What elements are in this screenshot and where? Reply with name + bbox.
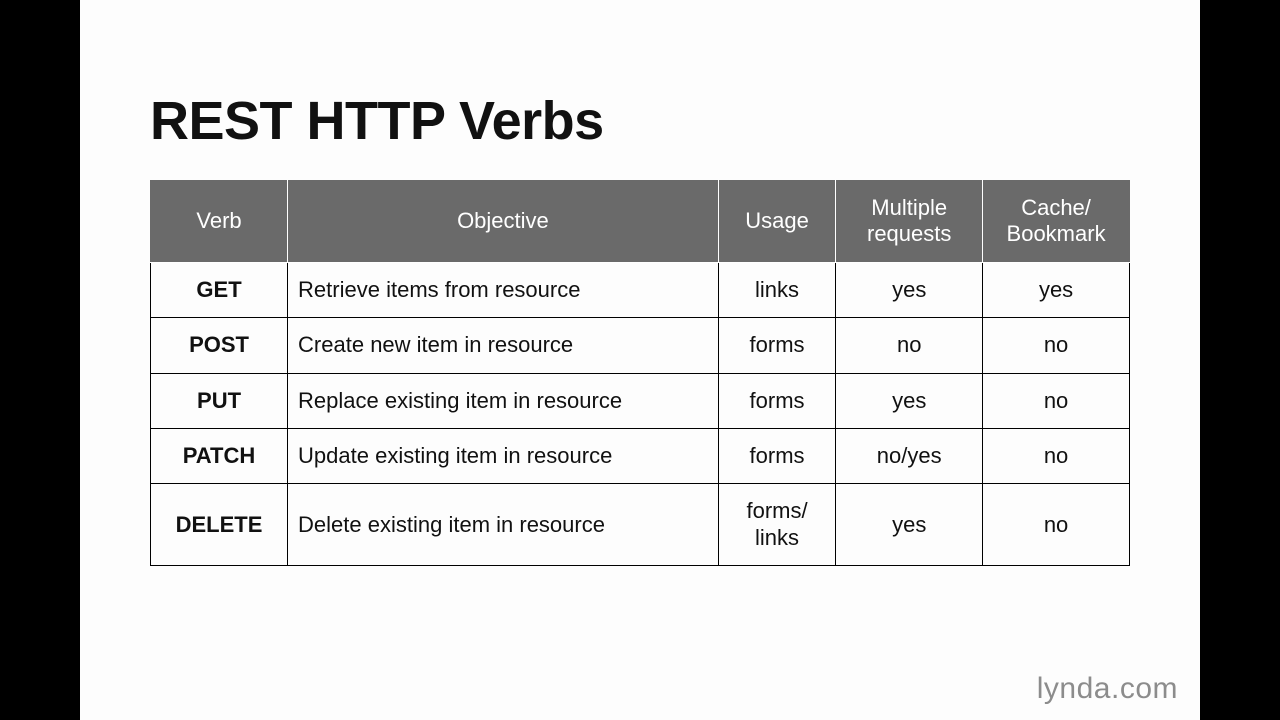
cell-cache: no	[983, 484, 1130, 566]
cell-verb: DELETE	[151, 484, 288, 566]
slide: REST HTTP Verbs Verb Objective Usage Mul…	[80, 0, 1200, 720]
cell-verb: PUT	[151, 373, 288, 428]
attribution-brand: lynda	[1037, 672, 1111, 705]
cell-objective: Create new item in resource	[288, 318, 719, 373]
cell-cache: no	[983, 428, 1130, 483]
cell-verb: PATCH	[151, 428, 288, 483]
cell-usage: forms	[718, 318, 835, 373]
cell-usage: forms	[718, 428, 835, 483]
table-row: PUT Replace existing item in resource fo…	[151, 373, 1130, 428]
verbs-table: Verb Objective Usage Multiple requests C…	[150, 180, 1130, 566]
cell-multiple: no	[836, 318, 983, 373]
cell-objective: Delete existing item in resource	[288, 484, 719, 566]
header-usage: Usage	[718, 181, 835, 263]
cell-verb: POST	[151, 318, 288, 373]
attribution-tld: .com	[1111, 672, 1178, 705]
header-cache: Cache/ Bookmark	[983, 181, 1130, 263]
table-row: DELETE Delete existing item in resource …	[151, 484, 1130, 566]
cell-multiple: no/yes	[836, 428, 983, 483]
cell-multiple: yes	[836, 484, 983, 566]
cell-multiple: yes	[836, 262, 983, 317]
cell-usage: links	[718, 262, 835, 317]
cell-objective: Replace existing item in resource	[288, 373, 719, 428]
cell-usage: forms/ links	[718, 484, 835, 566]
cell-usage: forms	[718, 373, 835, 428]
table-header-row: Verb Objective Usage Multiple requests C…	[151, 181, 1130, 263]
cell-cache: no	[983, 373, 1130, 428]
header-verb: Verb	[151, 181, 288, 263]
cell-cache: yes	[983, 262, 1130, 317]
cell-objective: Retrieve items from resource	[288, 262, 719, 317]
table-row: PATCH Update existing item in resource f…	[151, 428, 1130, 483]
cell-multiple: yes	[836, 373, 983, 428]
table-row: GET Retrieve items from resource links y…	[151, 262, 1130, 317]
attribution: lynda.com	[1037, 672, 1178, 706]
table-row: POST Create new item in resource forms n…	[151, 318, 1130, 373]
cell-verb: GET	[151, 262, 288, 317]
header-multiple: Multiple requests	[836, 181, 983, 263]
cell-cache: no	[983, 318, 1130, 373]
cell-objective: Update existing item in resource	[288, 428, 719, 483]
slide-title: REST HTTP Verbs	[150, 90, 1130, 152]
header-objective: Objective	[288, 181, 719, 263]
slide-content: REST HTTP Verbs Verb Objective Usage Mul…	[80, 0, 1200, 566]
